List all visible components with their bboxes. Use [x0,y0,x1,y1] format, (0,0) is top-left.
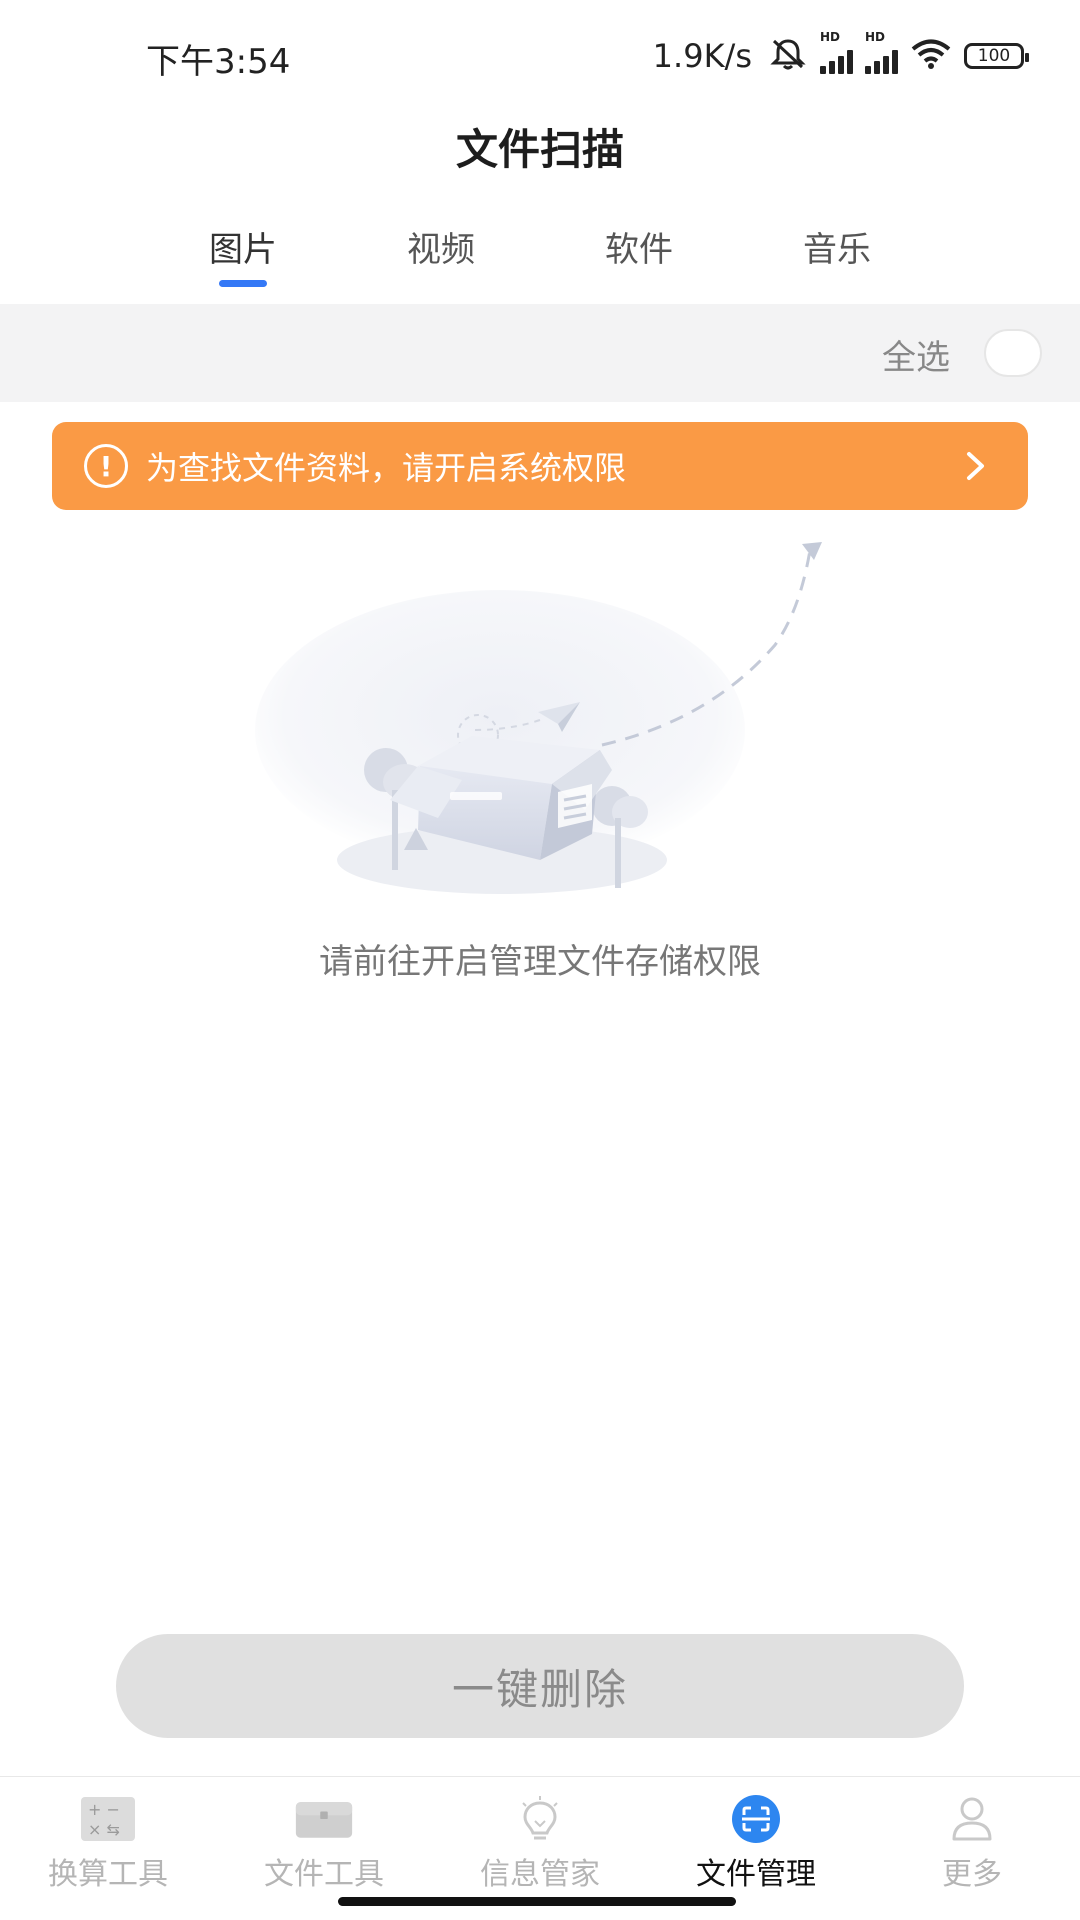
battery-icon: 100 [964,43,1029,69]
tab-bar: 图片 视频 软件 音乐 [144,222,936,292]
select-all-bar: 全选 [0,304,1080,402]
tab-label: 图片 [209,230,277,270]
empty-box-illustration [240,530,840,910]
empty-state-message: 请前往开启管理文件存储权限 [319,942,761,982]
network-speed: 1.9K/s [652,37,752,75]
delete-all-button[interactable]: 一键删除 [116,1634,964,1738]
permission-banner-text: 为查找文件资料，请开启系统权限 [146,449,627,487]
tab-label: 软件 [605,230,673,270]
select-all-label: 全选 [882,338,950,378]
person-icon [942,1795,1002,1843]
wifi-icon [910,38,952,74]
nav-label: 更多 [942,1857,1002,1892]
chevron-right-icon [954,444,998,488]
select-all-checkbox[interactable] [984,329,1042,377]
home-indicator[interactable] [338,1897,736,1906]
status-time: 下午3:54 [146,42,291,82]
status-icons: 1.9K/s HD HD 100 [652,30,1029,78]
signal-sim1-icon: HD [820,30,853,74]
scan-icon [726,1795,786,1843]
toolbox-icon [294,1795,354,1843]
mute-bell-icon [768,37,808,75]
screen: 下午3:54 1.9K/s HD HD 100 文件扫描 图片 视频 软件 音乐… [0,0,1080,1920]
tab-images[interactable]: 图片 [144,222,342,292]
tab-label: 音乐 [803,230,871,270]
tab-active-indicator [219,280,267,287]
calculator-icon: + − × ⇆ [78,1795,138,1843]
exclamation-circle-icon: ! [84,444,128,488]
signal-sim2-icon: HD [865,30,898,74]
nav-item-more[interactable]: 更多 [864,1777,1080,1920]
permission-banner[interactable]: ! 为查找文件资料，请开启系统权限 [52,422,1028,510]
status-bar: 下午3:54 1.9K/s HD HD 100 [0,0,1080,110]
tab-label: 视频 [407,230,475,270]
tab-videos[interactable]: 视频 [342,222,540,292]
page-title: 文件扫描 [455,125,624,174]
svg-text:+ −: + − [88,1800,120,1819]
nav-label: 信息管家 [480,1857,600,1892]
nav-item-conversion-tools[interactable]: + − × ⇆ 换算工具 [0,1777,216,1920]
nav-label: 文件管理 [696,1857,816,1892]
tab-software[interactable]: 软件 [540,222,738,292]
nav-label: 文件工具 [264,1857,384,1892]
svg-text:× ⇆: × ⇆ [88,1820,120,1839]
tab-music[interactable]: 音乐 [738,222,936,292]
nav-label: 换算工具 [48,1857,168,1892]
lightbulb-icon [510,1795,570,1843]
